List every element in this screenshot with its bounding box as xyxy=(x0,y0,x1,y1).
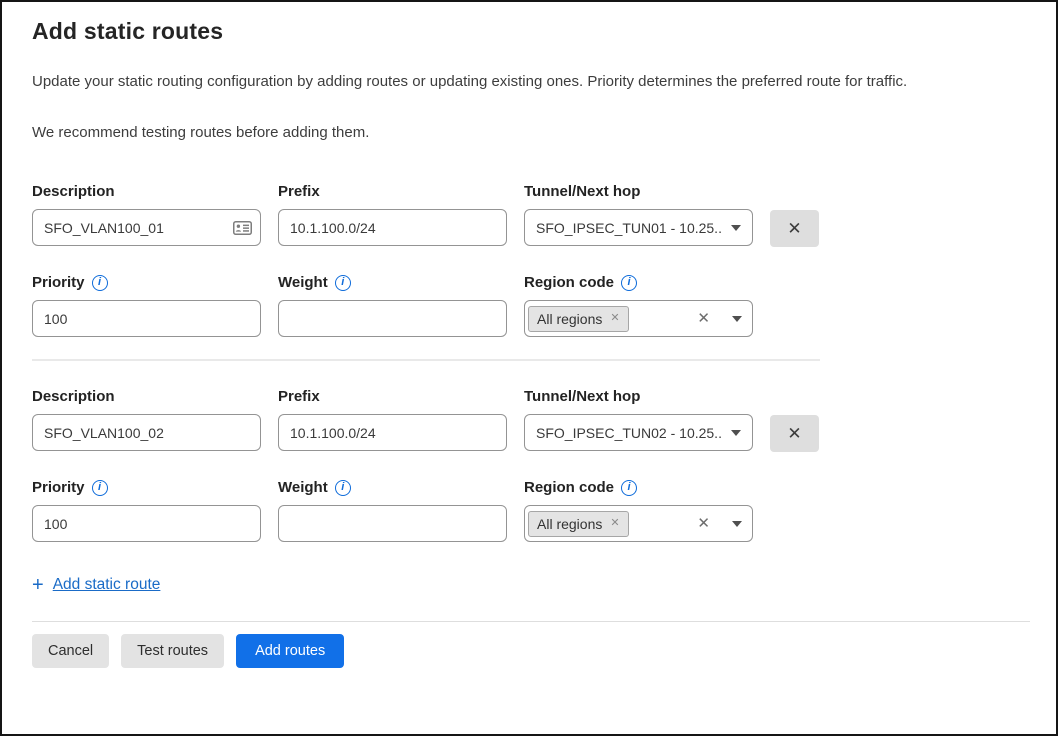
tunnel-label: Tunnel/Next hop xyxy=(524,183,640,200)
prefix-label: Prefix xyxy=(278,183,320,200)
priority-label: Priority xyxy=(32,479,85,496)
priority-label: Priority xyxy=(32,274,85,291)
clear-selection-icon[interactable]: ✕ xyxy=(697,516,710,531)
add-routes-button[interactable]: Add routes xyxy=(236,634,344,668)
priority-field: Priority i xyxy=(32,274,261,337)
prefix-field: Prefix xyxy=(278,183,507,247)
tunnel-field: Tunnel/Next hop SFO_IPSEC_TUN02 - 10.25.… xyxy=(524,388,753,452)
chip-remove-icon[interactable]: ✕ xyxy=(610,518,619,529)
test-routes-button[interactable]: Test routes xyxy=(121,634,224,668)
region-field: Region code i All regions ✕ ✕ xyxy=(524,274,753,337)
description-label: Description xyxy=(32,183,115,200)
priority-field: Priority i xyxy=(32,479,261,542)
tunnel-select[interactable]: SFO_IPSEC_TUN02 - 10.25... xyxy=(524,414,753,451)
region-label: Region code xyxy=(524,479,614,496)
info-icon[interactable]: i xyxy=(335,480,351,496)
description-label: Description xyxy=(32,388,115,405)
info-icon[interactable]: i xyxy=(92,480,108,496)
clear-selection-icon[interactable]: ✕ xyxy=(697,311,710,326)
prefix-input[interactable] xyxy=(278,414,507,451)
remove-route-button[interactable]: ✕ xyxy=(770,415,819,452)
chevron-down-icon xyxy=(731,225,741,231)
region-chip: All regions ✕ xyxy=(528,306,629,332)
route-group-1: Description xyxy=(32,183,850,337)
info-icon[interactable]: i xyxy=(621,275,637,291)
region-multiselect[interactable]: All regions ✕ ✕ xyxy=(524,300,753,337)
info-icon[interactable]: i xyxy=(335,275,351,291)
info-icon[interactable]: i xyxy=(621,480,637,496)
weight-input[interactable] xyxy=(278,300,507,337)
priority-input[interactable] xyxy=(32,300,261,337)
info-icon[interactable]: i xyxy=(92,275,108,291)
tunnel-select-value: SFO_IPSEC_TUN02 - 10.25... xyxy=(536,425,723,441)
prefix-input[interactable] xyxy=(278,209,507,246)
region-chip-label: All regions xyxy=(537,311,602,327)
description-input[interactable] xyxy=(32,414,261,451)
recommendation-text: We recommend testing routes before addin… xyxy=(32,122,1026,143)
description-field: Description xyxy=(32,388,261,452)
weight-label: Weight xyxy=(278,274,328,291)
tunnel-label: Tunnel/Next hop xyxy=(524,388,640,405)
close-icon: ✕ xyxy=(787,219,801,239)
tunnel-select[interactable]: SFO_IPSEC_TUN01 - 10.25... xyxy=(524,209,753,246)
add-static-routes-dialog: Add static routes Update your static rou… xyxy=(2,2,1056,668)
chip-remove-icon[interactable]: ✕ xyxy=(610,313,619,324)
close-icon: ✕ xyxy=(787,424,801,444)
weight-field: Weight i xyxy=(278,479,507,542)
footer-actions: Cancel Test routes Add routes xyxy=(32,634,1026,668)
intro-text: Update your static routing configuration… xyxy=(32,71,1026,92)
contact-card-icon[interactable] xyxy=(233,221,252,235)
routes-form: Description xyxy=(32,183,850,595)
chevron-down-icon xyxy=(732,316,742,322)
region-chip: All regions ✕ xyxy=(528,511,629,537)
weight-label: Weight xyxy=(278,479,328,496)
chevron-down-icon xyxy=(732,521,742,527)
add-static-route-label: Add static route xyxy=(53,576,161,594)
tunnel-field: Tunnel/Next hop SFO_IPSEC_TUN01 - 10.25.… xyxy=(524,183,753,247)
cancel-button[interactable]: Cancel xyxy=(32,634,109,668)
region-label: Region code xyxy=(524,274,614,291)
description-field: Description xyxy=(32,183,261,247)
tunnel-select-value: SFO_IPSEC_TUN01 - 10.25... xyxy=(536,220,723,236)
region-multiselect[interactable]: All regions ✕ ✕ xyxy=(524,505,753,542)
prefix-field: Prefix xyxy=(278,388,507,452)
weight-input[interactable] xyxy=(278,505,507,542)
weight-field: Weight i xyxy=(278,274,507,337)
remove-route-button[interactable]: ✕ xyxy=(770,210,819,247)
region-chip-label: All regions xyxy=(537,516,602,532)
region-field: Region code i All regions ✕ ✕ xyxy=(524,479,753,542)
description-input-wrap xyxy=(32,209,261,246)
prefix-label: Prefix xyxy=(278,388,320,405)
route-group-2: Description Prefix Tunnel/Next hop SFO xyxy=(32,388,850,542)
priority-input[interactable] xyxy=(32,505,261,542)
description-input[interactable] xyxy=(32,209,261,246)
footer-divider xyxy=(32,621,1030,622)
add-static-route-link[interactable]: + Add static route xyxy=(32,575,850,595)
chevron-down-icon xyxy=(731,430,741,436)
page-title: Add static routes xyxy=(32,18,1026,45)
plus-icon: + xyxy=(32,575,44,595)
route-group-divider xyxy=(32,359,820,361)
